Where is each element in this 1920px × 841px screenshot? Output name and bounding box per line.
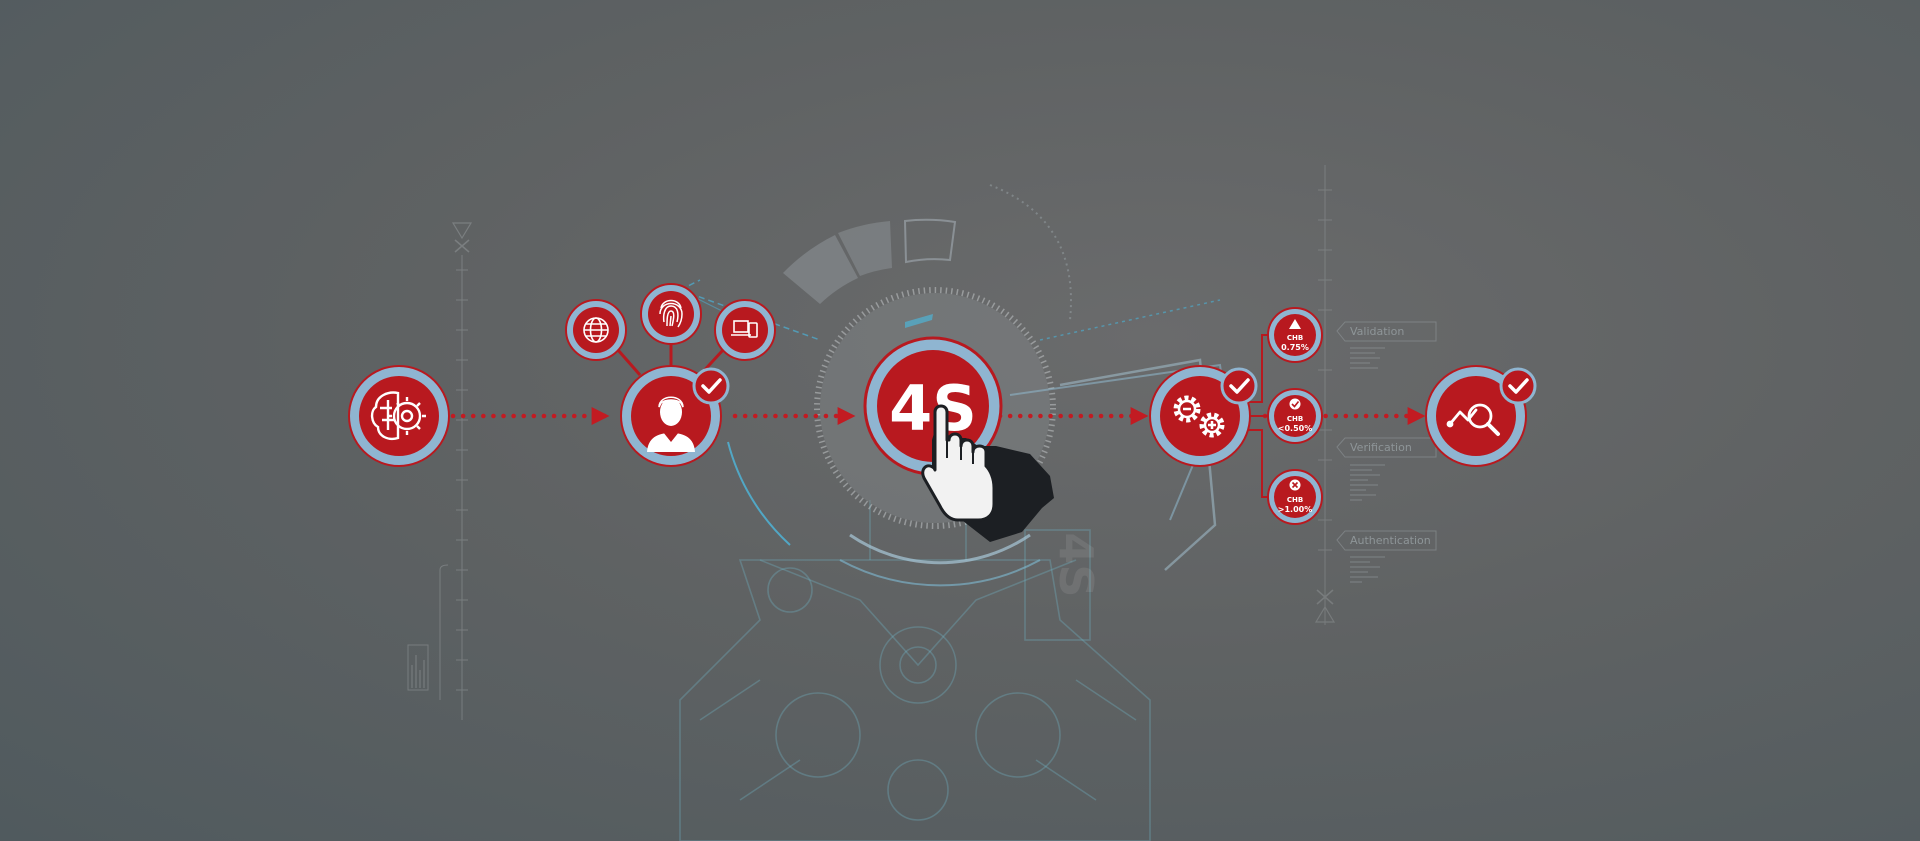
x-circle-icon: [1289, 479, 1301, 491]
analytics-check-badge: [1499, 367, 1537, 405]
check-level-label: CHB: [1287, 415, 1303, 423]
right-ruler: [1314, 165, 1336, 625]
check-level-label: CHB: [1287, 496, 1303, 504]
check-value-label: 0.75%: [1281, 343, 1309, 352]
fingerprint-node[interactable]: [640, 283, 702, 345]
check-item-fail[interactable]: CHB >1.00%: [1267, 469, 1323, 525]
verification-label: Verification: [1350, 441, 1412, 454]
check-item-warning[interactable]: CHB 0.75%: [1267, 307, 1323, 363]
check-value-label: <0.50%: [1278, 424, 1312, 433]
user-check-badge: [692, 367, 730, 405]
validation-tag: Validation: [1336, 321, 1437, 342]
check-circle-icon: [1289, 398, 1301, 410]
center-logo-text: 4S: [889, 372, 977, 445]
authentication-label: Authentication: [1350, 534, 1431, 547]
left-ruler: [407, 222, 473, 720]
verification-tag: Verification: [1336, 437, 1437, 458]
process-diagram: 4S 4S CHB 0.75% CHB <0.50% CHB >1.00% Va…: [348, 165, 1537, 841]
check-value-label: >1.00%: [1278, 505, 1312, 514]
validation-label: Validation: [1350, 325, 1404, 338]
gears-check-badge: [1220, 367, 1258, 405]
ghost-4s-text: 4S: [1049, 532, 1103, 597]
devices-node[interactable]: [714, 299, 776, 361]
check-item-pass[interactable]: CHB <0.50%: [1267, 388, 1323, 444]
authentication-tag: Authentication: [1336, 530, 1437, 551]
globe-node[interactable]: [565, 299, 627, 361]
brain-gear-node[interactable]: [348, 365, 450, 467]
check-level-label: CHB: [1287, 334, 1303, 342]
